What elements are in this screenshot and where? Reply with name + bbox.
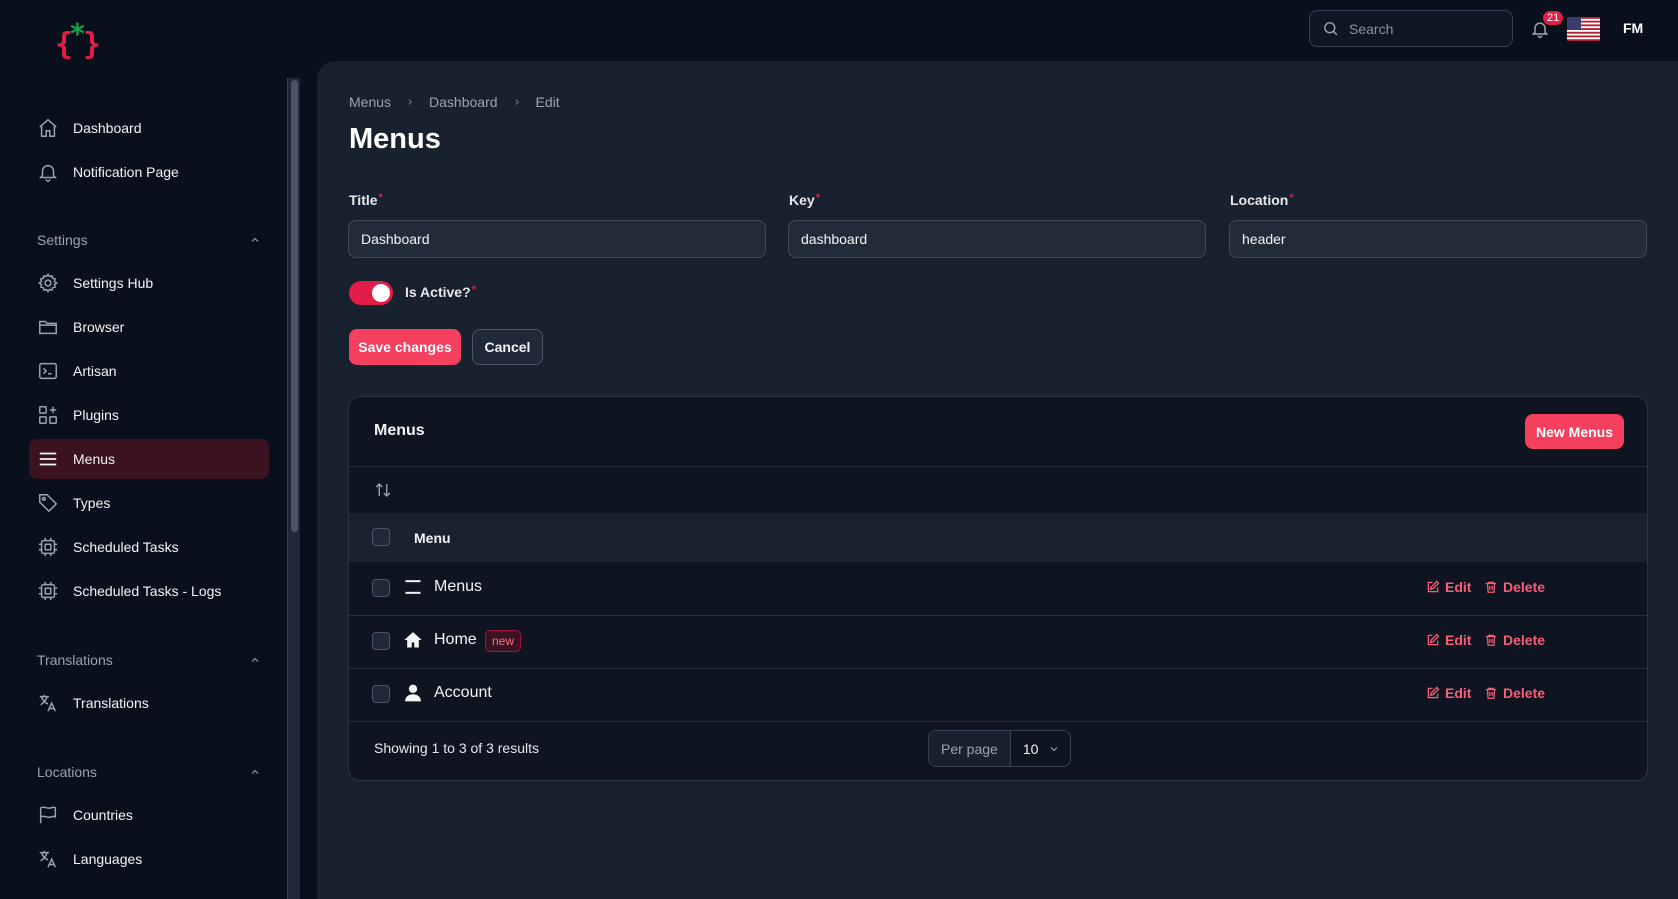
sidebar-item-scheduled-tasks[interactable]: Scheduled Tasks [29, 527, 269, 567]
sidebar-item-settings-hub[interactable]: Settings Hub [29, 263, 269, 303]
delete-link[interactable]: Delete [1484, 579, 1545, 595]
sidebar-item-dashboard[interactable]: Dashboard [29, 108, 269, 148]
sidebar-item-translations[interactable]: Translations [29, 683, 269, 723]
table-title: Menus [374, 422, 425, 439]
table-row: Home new Edit Delete [349, 615, 1647, 668]
table-row: Menus Edit Delete [349, 562, 1647, 615]
sidebar-item-menus[interactable]: Menus [29, 439, 269, 479]
per-page-select[interactable]: Per page 10 [928, 730, 1071, 767]
puzzle-icon [37, 404, 59, 426]
breadcrumb-menus[interactable]: Menus [349, 94, 391, 110]
top-bar: { * } 21 FM [0, 0, 1678, 60]
delete-link[interactable]: Delete [1484, 685, 1545, 701]
home-icon [37, 117, 59, 139]
sidebar-group-settings[interactable]: Settings [37, 232, 261, 248]
trash-icon [1485, 581, 1497, 593]
edit-link[interactable]: Edit [1426, 579, 1471, 595]
new-menus-button[interactable]: New Menus [1525, 414, 1624, 449]
trash-icon [1485, 687, 1497, 699]
edit-link[interactable]: Edit [1426, 632, 1471, 648]
key-label: Key* [789, 192, 820, 208]
edit-icon [1427, 633, 1440, 646]
trash-icon [1485, 634, 1497, 646]
chevron-right-icon [405, 97, 415, 107]
is-active-label: Is Active?* [405, 284, 476, 300]
sidebar-item-scheduled-tasks-logs[interactable]: Scheduled Tasks - Logs [29, 571, 269, 611]
sidebar-item-plugins[interactable]: Plugins [29, 395, 269, 435]
cpu-icon [37, 536, 59, 558]
breadcrumb-edit: Edit [535, 94, 560, 110]
terminal-icon [37, 360, 59, 382]
translate-icon [37, 848, 59, 870]
search-icon [1322, 20, 1339, 37]
breadcrumb: Menus Dashboard Edit [349, 94, 560, 110]
edit-icon [1427, 580, 1440, 593]
sidebar-item-languages[interactable]: Languages [29, 839, 269, 879]
user-avatar[interactable]: FM [1623, 20, 1643, 36]
chevron-down-icon [1051, 746, 1058, 751]
us-flag-icon[interactable] [1567, 17, 1600, 41]
row-checkbox[interactable] [372, 685, 390, 703]
title-input[interactable] [348, 220, 766, 258]
row-checkbox[interactable] [372, 632, 390, 650]
sidebar: Dashboard Notification Page Settings Set… [0, 60, 300, 899]
column-header-menu[interactable]: Menu [414, 530, 451, 546]
row-label: Menus [434, 578, 483, 595]
sidebar-item-artisan[interactable]: Artisan [29, 351, 269, 391]
search-input[interactable] [1349, 20, 1499, 37]
select-all-checkbox[interactable] [372, 528, 390, 546]
home-solid-icon [403, 630, 423, 650]
sidebar-item-browser[interactable]: Browser [29, 307, 269, 347]
folder-icon [37, 316, 59, 338]
sidebar-scroll-thumb[interactable] [291, 80, 298, 532]
new-badge: new [485, 630, 522, 652]
row-label: Home [434, 631, 477, 648]
sort-icon[interactable] [374, 481, 392, 499]
cpu-icon [37, 580, 59, 602]
chevron-up-icon [249, 654, 261, 666]
table-row: Account Edit Delete [349, 668, 1647, 721]
pagination-summary: Showing 1 to 3 of 3 results [374, 740, 539, 756]
global-search[interactable] [1309, 10, 1513, 47]
user-icon [403, 683, 423, 703]
sidebar-item-types[interactable]: Types [29, 483, 269, 523]
menu-icon [403, 577, 423, 597]
sidebar-scrollbar[interactable] [287, 78, 300, 899]
location-input[interactable] [1229, 220, 1647, 258]
page-title: Menus [349, 123, 441, 155]
row-label: Account [434, 684, 492, 701]
chevron-right-icon [512, 97, 522, 107]
edit-icon [1427, 686, 1440, 699]
flag-icon [37, 804, 59, 826]
row-checkbox[interactable] [372, 579, 390, 597]
cancel-button[interactable]: Cancel [472, 329, 543, 365]
sidebar-item-countries[interactable]: Countries [29, 795, 269, 835]
sidebar-group-locations[interactable]: Locations [37, 764, 261, 780]
save-changes-button[interactable]: Save changes [349, 329, 461, 365]
notification-count-badge: 21 [1543, 11, 1564, 25]
key-input[interactable] [788, 220, 1206, 258]
chevron-up-icon [249, 766, 261, 778]
per-page-value[interactable]: 10 [1011, 741, 1061, 757]
per-page-label: Per page [929, 731, 1011, 766]
menus-table-card: Menus New Menus Menu Menus Edit Delete H… [348, 396, 1648, 781]
sidebar-item-notification-page[interactable]: Notification Page [29, 152, 269, 192]
main-panel: Menus Dashboard Edit Menus Title* Key* L… [317, 61, 1678, 899]
location-label: Location* [1230, 192, 1294, 208]
edit-link[interactable]: Edit [1426, 685, 1471, 701]
is-active-toggle[interactable] [349, 281, 393, 305]
menu-icon [37, 448, 59, 470]
title-label: Title* [349, 192, 383, 208]
table-header: Menu [349, 513, 1647, 562]
translate-icon [37, 692, 59, 714]
breadcrumb-dashboard[interactable]: Dashboard [429, 94, 498, 110]
chevron-up-icon [249, 234, 261, 246]
tag-icon [37, 492, 59, 514]
bell-icon [37, 161, 59, 183]
gear-icon [37, 272, 59, 294]
delete-link[interactable]: Delete [1484, 632, 1545, 648]
sidebar-group-translations[interactable]: Translations [37, 652, 261, 668]
